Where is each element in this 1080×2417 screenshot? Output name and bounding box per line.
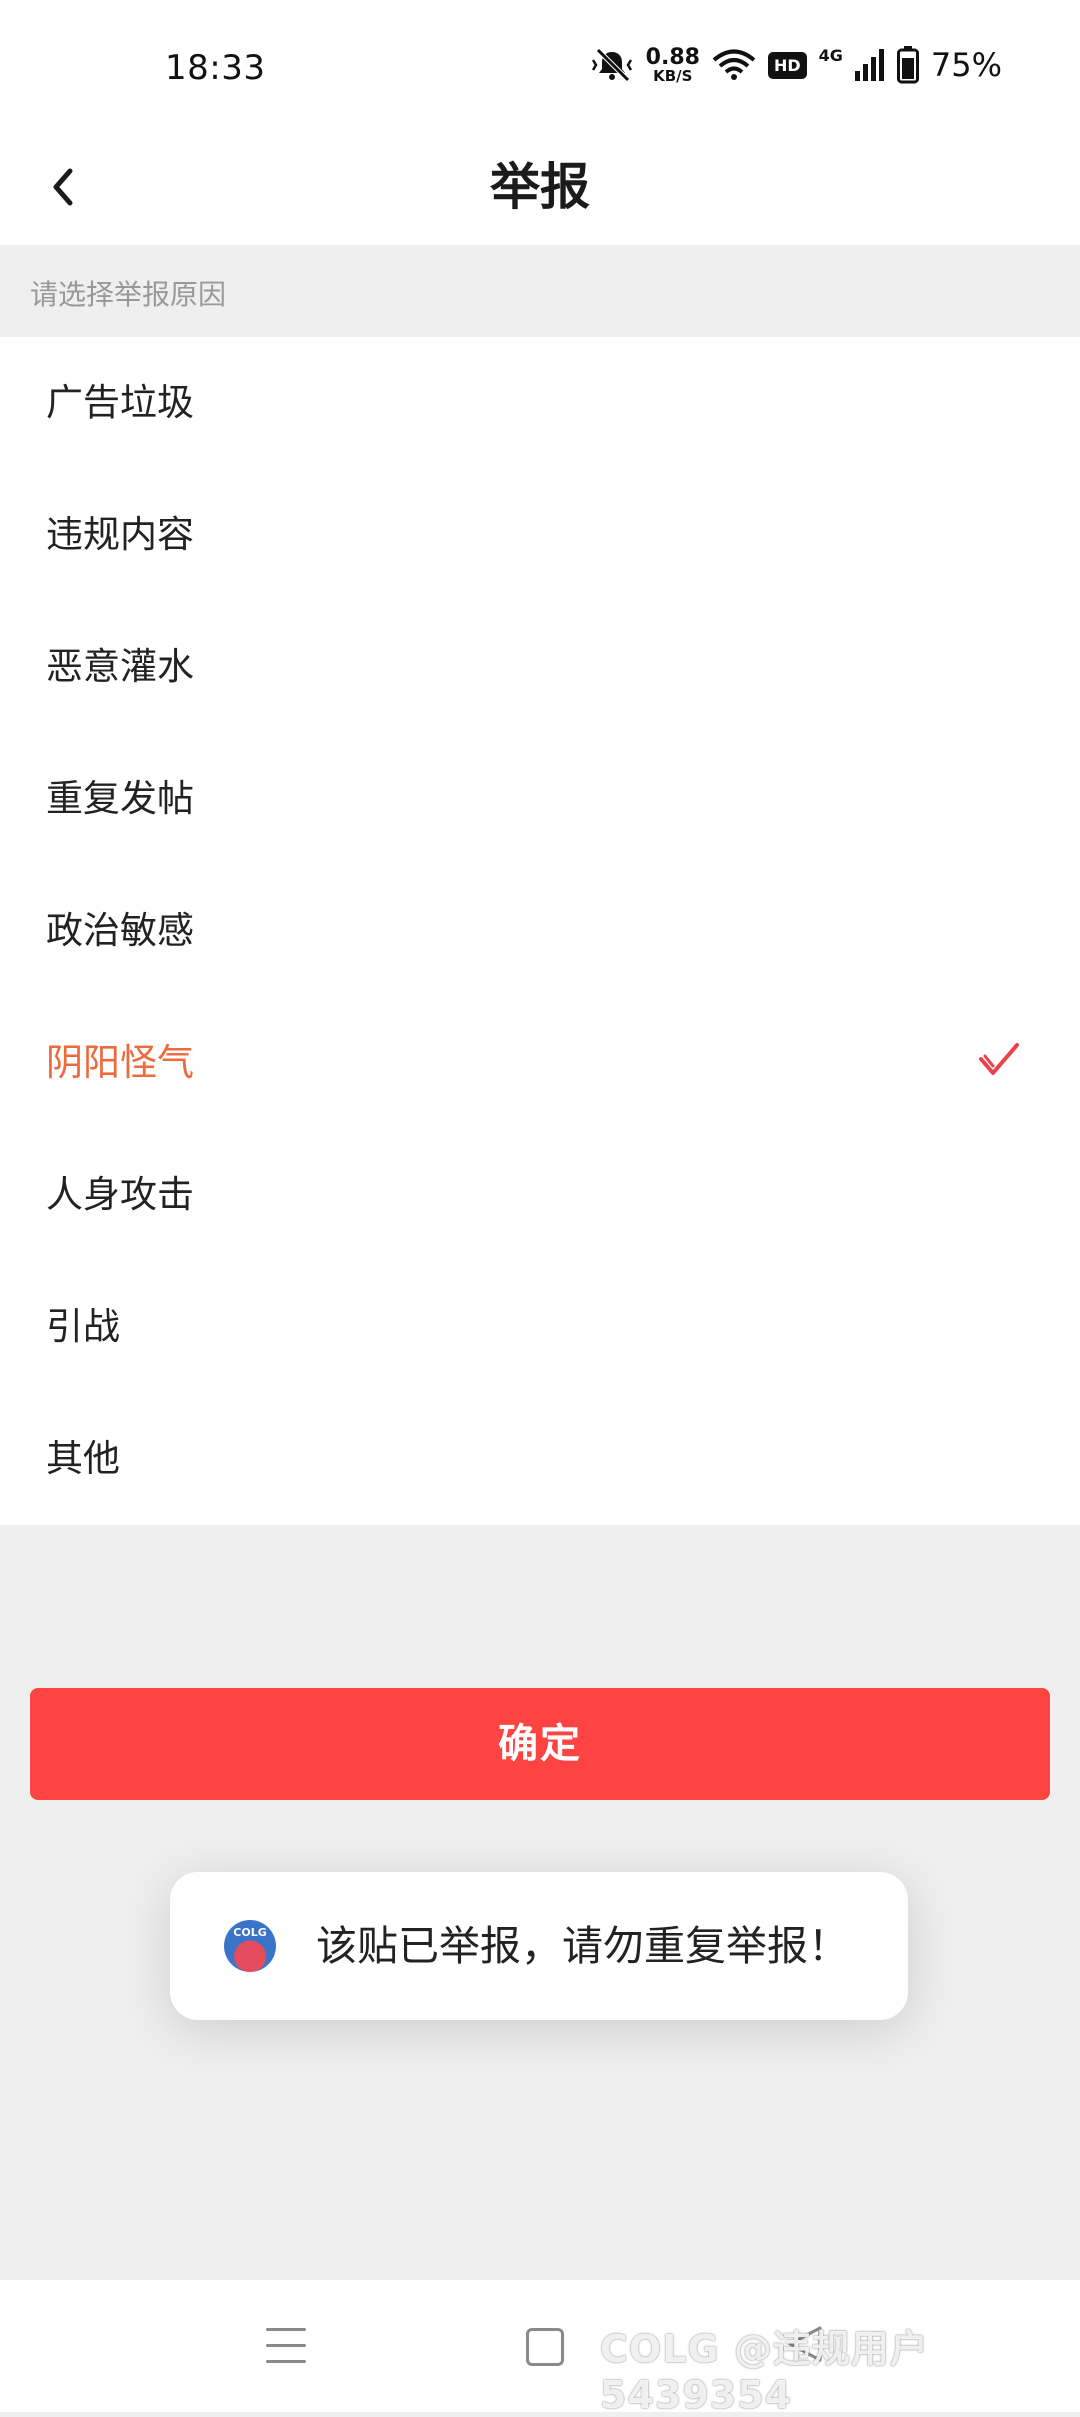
- home-button[interactable]: [526, 2328, 564, 2366]
- reason-label: 其他: [46, 1437, 120, 1480]
- reason-list: 广告垃圾 违规内容 恶意灌水 重复发帖 政治敏感 阴阳怪气 人身攻击 引战 其他: [0, 337, 1080, 1525]
- section-hint: 请选择举报原因: [0, 245, 1080, 337]
- reason-label: 恶意灌水: [46, 645, 194, 688]
- watermark: COLG @违规用户5439354: [600, 2327, 929, 2417]
- app-logo-icon: COLG: [224, 1920, 276, 1972]
- reason-item-political[interactable]: 政治敏感: [0, 865, 1080, 997]
- reason-label: 重复发帖: [46, 777, 194, 820]
- top-bar: 举报: [0, 130, 1080, 245]
- status-time: 18:33: [165, 48, 266, 88]
- reason-label: 引战: [46, 1305, 120, 1348]
- hd-badge: HD: [767, 51, 807, 79]
- wifi-icon: [712, 49, 756, 80]
- net-speed: 0.88 KB/S: [645, 44, 700, 85]
- reason-item-sarcasm[interactable]: 阴阳怪气: [0, 997, 1080, 1129]
- reason-item-flame-war[interactable]: 引战: [0, 1261, 1080, 1393]
- reason-label: 政治敏感: [46, 909, 194, 952]
- signal-icon: [854, 49, 884, 81]
- recent-apps-button[interactable]: [266, 2328, 306, 2364]
- network-type: 4G: [818, 45, 843, 65]
- toast-text: 该贴已举报，请勿重复举报！: [316, 1922, 849, 1970]
- reason-item-flooding[interactable]: 恶意灌水: [0, 601, 1080, 733]
- reason-item-personal-attack[interactable]: 人身攻击: [0, 1129, 1080, 1261]
- mute-bell-icon: [591, 48, 632, 82]
- confirm-button[interactable]: 确定: [30, 1688, 1050, 1800]
- checkmark-icon: [979, 1043, 1019, 1075]
- reason-label: 违规内容: [46, 513, 194, 556]
- battery-level: 75%: [930, 46, 1002, 84]
- reason-label: 阴阳怪气: [46, 1041, 194, 1084]
- reason-item-violating-content[interactable]: 违规内容: [0, 469, 1080, 601]
- reason-item-other[interactable]: 其他: [0, 1393, 1080, 1525]
- battery-icon: [896, 46, 919, 84]
- reason-label: 广告垃圾: [46, 381, 194, 424]
- page-title: 举报: [490, 158, 590, 216]
- status-icons: 0.88 KB/S HD 4G 75%: [590, 46, 1002, 84]
- reason-item-ad-spam[interactable]: 广告垃圾: [0, 337, 1080, 469]
- reason-item-duplicate-post[interactable]: 重复发帖: [0, 733, 1080, 865]
- status-bar: 18:33 0.88 KB/S HD 4G 75%: [0, 0, 1080, 130]
- toast-message: COLG 该贴已举报，请勿重复举报！: [170, 1872, 908, 2020]
- logo-text: COLG: [233, 1926, 267, 1939]
- hint-text: 请选择举报原因: [30, 278, 227, 311]
- reason-label: 人身攻击: [46, 1173, 194, 1216]
